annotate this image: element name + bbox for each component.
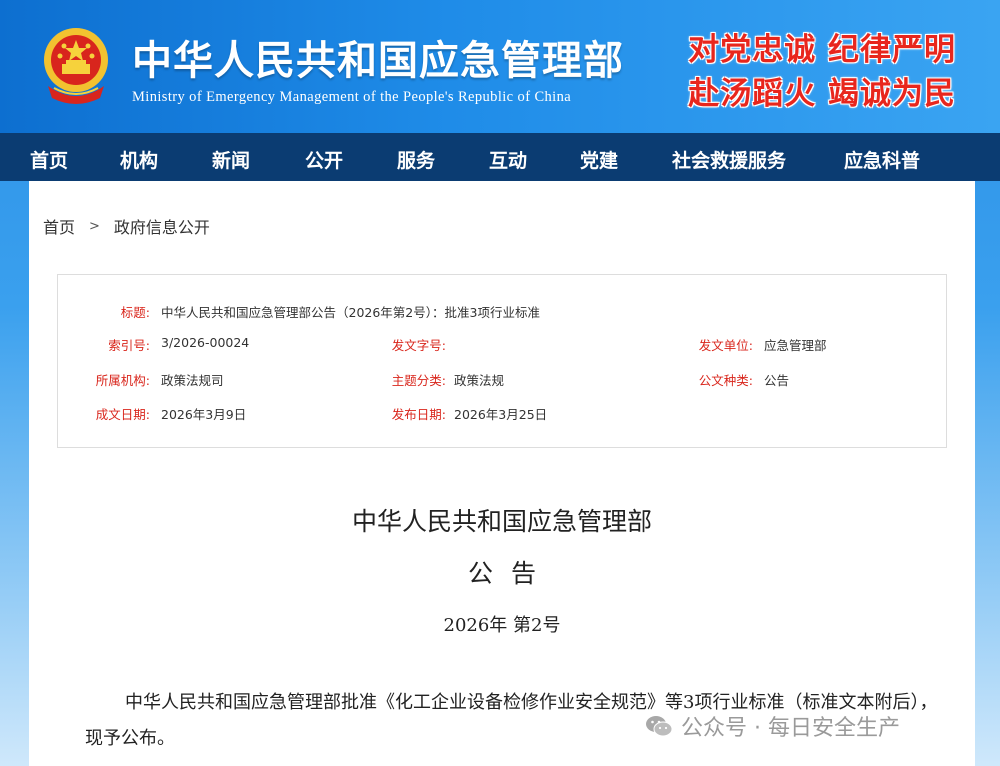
main-nav: 首页 机构 新闻 公开 服务 互动 党建 社会救援服务 应急科普 bbox=[0, 133, 1000, 181]
document-number: 2026年 第2号 bbox=[443, 615, 561, 636]
meta-published-label: 发布日期: bbox=[391, 407, 446, 422]
slogan-line-2: 赴汤蹈火 竭诚为民 bbox=[688, 76, 956, 112]
breadcrumb-current[interactable]: 政府信息公开 bbox=[114, 214, 210, 238]
meta-written-value: 2026年3月9日 bbox=[161, 407, 247, 422]
meta-written-label: 成文日期: bbox=[95, 407, 150, 422]
nav-item-news[interactable]: 新闻 bbox=[212, 146, 250, 173]
content-panel: 首页 > 政府信息公开 标题: 中华人民共和国应急管理部公告（2026年第2号）… bbox=[29, 181, 975, 766]
breadcrumb-separator: > bbox=[89, 218, 100, 234]
watermark: 公众号 · 每日安全生产 bbox=[645, 710, 900, 742]
meta-topic-label: 主题分类: bbox=[391, 373, 446, 388]
meta-row-1: 索引号: 3/2026-00024 发文字号: 发文单位: 应急管理部 bbox=[58, 335, 946, 355]
breadcrumb-home[interactable]: 首页 bbox=[43, 214, 75, 238]
meta-issuer-value: 应急管理部 bbox=[764, 338, 827, 353]
meta-doc-no-label: 发文字号: bbox=[391, 338, 446, 353]
nav-item-home[interactable]: 首页 bbox=[30, 146, 68, 173]
meta-title-value: 中华人民共和国应急管理部公告（2026年第2号）：批准3项行业标准 bbox=[161, 305, 540, 320]
nav-item-disclosure[interactable]: 公开 bbox=[305, 146, 343, 173]
slogan-line-1: 对党忠诚 纪律严明 bbox=[688, 32, 956, 68]
nav-item-rescue-services[interactable]: 社会救援服务 bbox=[672, 146, 786, 173]
meta-title-label: 标题: bbox=[120, 305, 150, 320]
watermark-text: 公众号 · 每日安全生产 bbox=[681, 716, 900, 741]
wechat-icon bbox=[646, 716, 673, 737]
metadata-box: 标题: 中华人民共和国应急管理部公告（2026年第2号）：批准3项行业标准 索引… bbox=[57, 274, 947, 448]
document-subheading: 公告 bbox=[467, 559, 554, 588]
site-subtitle: Ministry of Emergency Management of the … bbox=[132, 89, 572, 105]
meta-row-3: 成文日期: 2026年3月9日 发布日期: 2026年3月25日 bbox=[58, 404, 946, 424]
meta-published-value: 2026年3月25日 bbox=[454, 407, 548, 422]
nav-item-organization[interactable]: 机构 bbox=[120, 146, 158, 173]
breadcrumb: 首页 > 政府信息公开 bbox=[43, 214, 210, 238]
document-heading: 中华人民共和国应急管理部 bbox=[351, 507, 652, 536]
meta-row-2: 所属机构: 政策法规司 主题分类: 政策法规 公文种类: 公告 bbox=[58, 370, 946, 390]
meta-index-label: 索引号: bbox=[108, 338, 150, 353]
nav-item-party[interactable]: 党建 bbox=[580, 146, 618, 173]
meta-topic-value: 政策法规 bbox=[454, 373, 505, 388]
nav-item-science[interactable]: 应急科普 bbox=[844, 146, 920, 173]
meta-type-value: 公告 bbox=[764, 373, 790, 388]
meta-index-value: 3/2026-00024 bbox=[161, 335, 250, 350]
site-title[interactable]: 中华人民共和国应急管理部 bbox=[132, 28, 624, 86]
site-header: 中华人民共和国应急管理部 Ministry of Emergency Manag… bbox=[0, 0, 1000, 133]
meta-row-title: 标题: 中华人民共和国应急管理部公告（2026年第2号）：批准3项行业标准 bbox=[58, 302, 946, 322]
meta-type-label: 公文种类: bbox=[698, 373, 753, 388]
national-emblem-icon bbox=[44, 28, 108, 104]
meta-org-label: 所属机构: bbox=[95, 373, 150, 388]
meta-org-value: 政策法规司 bbox=[161, 373, 224, 388]
nav-item-services[interactable]: 服务 bbox=[397, 146, 435, 173]
nav-item-interaction[interactable]: 互动 bbox=[489, 146, 527, 173]
meta-issuer-label: 发文单位: bbox=[698, 338, 753, 353]
